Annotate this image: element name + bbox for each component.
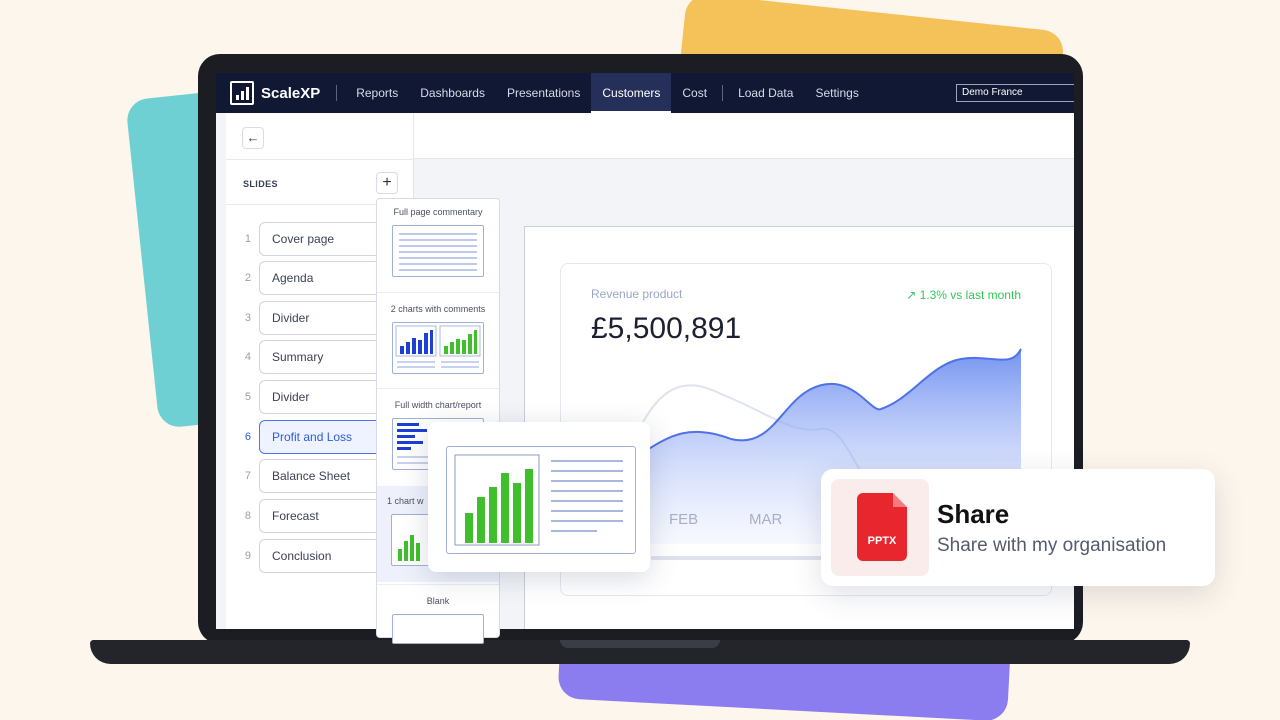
pptx-icon-container: PPTX [831,479,929,576]
nav-settings[interactable]: Settings [804,73,869,113]
text-lines-icon [399,233,477,271]
top-navigation: ScaleXP Reports Dashboards Presentations… [216,73,1074,113]
back-button[interactable]: ← [242,127,264,149]
share-card[interactable]: PPTX Share Share with my organisation [821,469,1215,586]
layout-thumbnail [392,225,484,277]
slide-number: 9 [244,550,251,562]
slide-number: 5 [244,391,251,403]
laptop-notch [560,640,720,648]
layout-thumbnail [392,322,484,374]
page-fold [893,493,907,507]
file-type-label: PPTX [867,535,897,547]
pptx-file-icon: PPTX [857,493,907,561]
add-slide-button[interactable]: + [376,172,398,194]
layout-option-2-charts[interactable]: 2 charts with comments [377,296,499,374]
nav-cost[interactable]: Cost [671,73,718,113]
layout-divider [377,388,499,389]
layout-divider [377,584,499,585]
nav-separator [336,85,338,101]
arrow-left-icon: ← [246,130,260,145]
plus-icon: + [382,174,392,191]
nav-customers[interactable]: Customers [591,73,672,113]
nav-dashboards[interactable]: Dashboards [409,73,496,113]
nav-separator [722,85,724,101]
organisation-select[interactable]: Demo France [956,84,1074,102]
chart-layout-preview-card[interactable] [428,422,650,572]
brand-name: ScaleXP [261,84,321,102]
two-bar-charts-icon [395,325,481,368]
month-label: MAR [749,511,783,528]
slide-number: 7 [244,470,251,482]
revenue-change: ↗ 1.3% vs last month [906,288,1021,302]
slide-number: 1 [244,233,251,245]
share-subtitle: Share with my organisation [937,535,1167,556]
slide-number: 3 [244,312,251,324]
slide-number: 6 [244,431,251,443]
chart-layout-preview [446,446,636,554]
slide-number: 2 [244,272,251,284]
layout-picker: Full page commentary 2 charts with comme… [376,198,500,644]
nav-reports[interactable]: Reports [345,73,409,113]
revenue-label: Revenue product [591,287,683,301]
nav-load-data[interactable]: Load Data [727,73,804,113]
slides-title: SLIDES [243,179,278,189]
arrow-up-right-icon: ↗ [906,288,917,302]
layout-divider [377,292,499,293]
layout-option-full-page-commentary[interactable]: Full page commentary [377,199,499,277]
layout-thumbnail [392,614,484,644]
panel-divider [226,159,414,160]
editor-toolbar-strip [414,113,1074,159]
scalexp-logo-icon [230,81,254,105]
revenue-value: £5,500,891 [591,312,742,345]
slide-number: 4 [244,351,251,363]
month-label: FEB [669,511,699,528]
share-title: Share [937,499,1010,529]
brand[interactable]: ScaleXP [216,73,320,113]
layout-option-blank[interactable]: Blank [377,588,499,644]
nav-presentations[interactable]: Presentations [496,73,591,113]
slide-number: 8 [244,510,251,522]
bar-chart-with-text-icon [454,454,623,546]
